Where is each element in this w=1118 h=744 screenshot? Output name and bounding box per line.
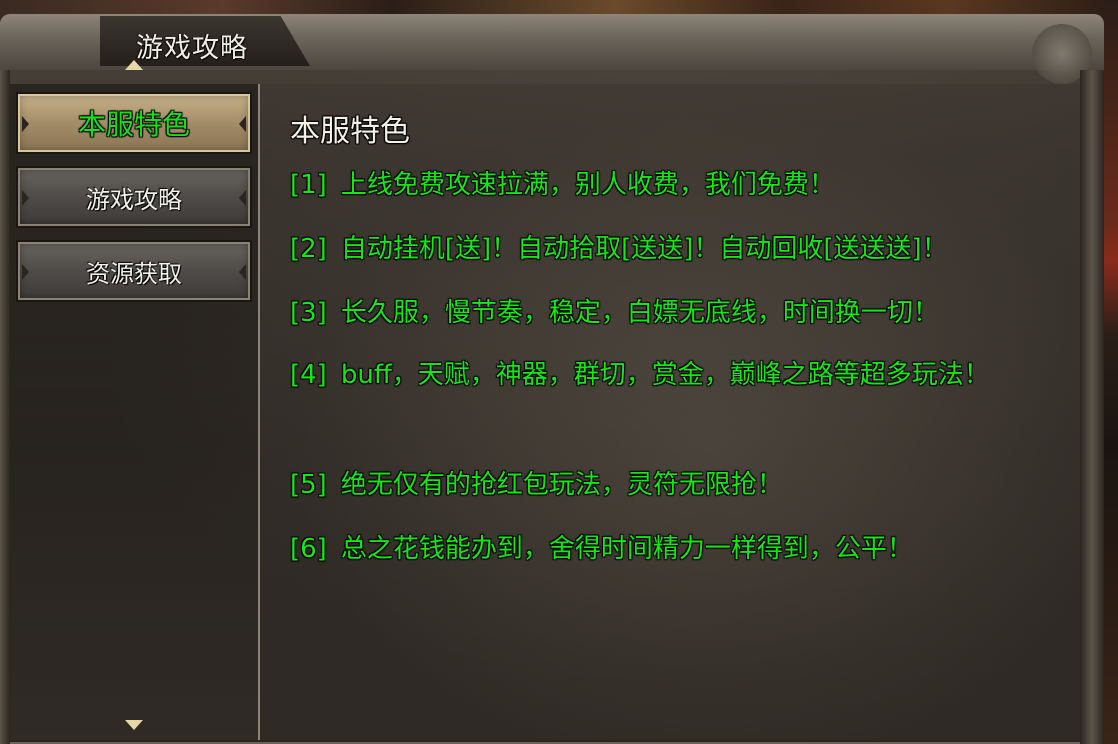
sidebar-item-game-guide[interactable]: 游戏攻略: [16, 166, 252, 228]
notch-right-icon: [239, 116, 246, 132]
feature-text: 自动挂机[送]！自动拾取[送送]！自动回收[送送送]！: [340, 234, 948, 264]
feature-number: [2]: [290, 234, 327, 264]
feature-line: [1] 上线免费攻速拉满，别人收费，我们免费！: [290, 162, 1030, 208]
feature-line: [4] buff，天赋，神器，群切，赏金，巅峰之路等超多玩法！: [290, 352, 1030, 398]
feature-line: [5] 绝无仅有的抢红包玩法，灵符无限抢！: [290, 462, 1030, 508]
game-window: 游戏攻略 本服特色 游戏攻略 资源获取 本服特色 [1] 上线免费攻速拉满，别人…: [0, 0, 1118, 744]
feature-line: [3] 长久服，慢节奏，稳定，白嫖无底线，时间换一切！: [290, 290, 1030, 336]
feature-number: [5]: [290, 470, 327, 500]
sidebar-item-label: 本服特色: [77, 108, 190, 141]
feature-number: [4]: [290, 360, 327, 390]
feature-text: 长久服，慢节奏，稳定，白嫖无底线，时间换一切！: [340, 298, 939, 328]
notch-left-icon: [22, 190, 29, 206]
notch-right-icon: [239, 264, 246, 280]
sidebar-item-resource-acquisition[interactable]: 资源获取: [16, 240, 252, 302]
content-heading: 本服特色: [290, 114, 410, 149]
feature-number: [1]: [290, 170, 327, 200]
up-arrow-icon: [125, 60, 143, 70]
frame-border-left: [0, 70, 10, 744]
notch-left-icon: [22, 116, 29, 132]
down-arrow-icon: [125, 720, 143, 730]
feature-text: buff，天赋，神器，群切，赏金，巅峰之路等超多玩法！: [340, 360, 990, 390]
notch-left-icon: [22, 264, 29, 280]
feature-text: 总之花钱能办到，舍得时间精力一样得到，公平！: [340, 534, 913, 564]
sidebar-item-label: 资源获取: [86, 259, 182, 288]
sidebar-item-server-features[interactable]: 本服特色: [16, 92, 252, 154]
panel-title: 游戏攻略: [136, 33, 248, 64]
feature-number: [3]: [290, 298, 327, 328]
feature-text: 上线免费攻速拉满，别人收费，我们免费！: [340, 170, 835, 200]
sidebar-item-label: 游戏攻略: [86, 185, 182, 214]
feature-line: [2] 自动挂机[送]！自动拾取[送送]！自动回收[送送送]！: [290, 226, 1030, 272]
feature-number: [6]: [290, 534, 327, 564]
feature-text: 绝无仅有的抢红包玩法，灵符无限抢！: [340, 470, 783, 500]
content-area[interactable]: 本服特色 [1] 上线免费攻速拉满，别人收费，我们免费！ [2] 自动挂机[送]！自…: [260, 84, 1080, 740]
frame-border-right: [1080, 70, 1104, 744]
category-sidebar: 本服特色 游戏攻略 资源获取: [10, 84, 260, 740]
game-background-edge: [1104, 0, 1118, 744]
notch-right-icon: [239, 190, 246, 206]
guide-panel: 游戏攻略 本服特色 游戏攻略 资源获取 本服特色 [1] 上线免费攻速拉满，别人…: [0, 14, 1104, 744]
feature-line: [6] 总之花钱能办到，舍得时间精力一样得到，公平！: [290, 526, 1030, 572]
